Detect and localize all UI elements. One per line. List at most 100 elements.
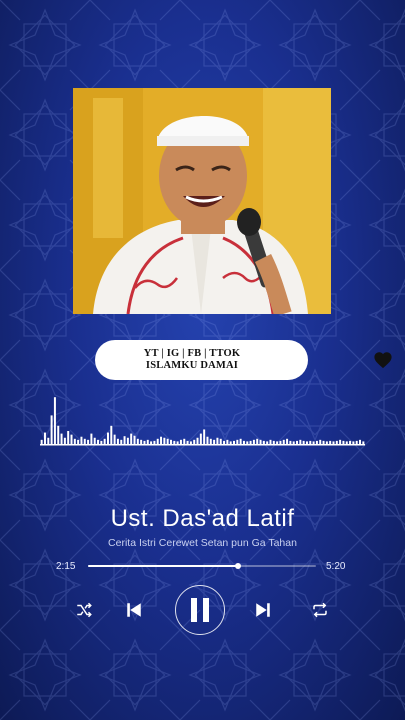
waveform-bar	[170, 439, 172, 444]
waveform-bar	[100, 440, 103, 444]
waveform-bar	[106, 432, 109, 444]
waveform-bar	[352, 441, 355, 444]
waveform-bar	[143, 440, 146, 444]
waveform-bar	[342, 440, 345, 444]
waveform-bar	[329, 440, 332, 444]
waveform-bar	[219, 438, 222, 444]
progress-fill	[88, 565, 239, 567]
waveform-bar	[272, 440, 275, 444]
waveform-bar	[229, 441, 232, 444]
skip-previous-icon	[127, 603, 141, 617]
waveform-bar	[355, 440, 358, 444]
waveform-bar	[43, 432, 46, 444]
waveform-bar	[53, 397, 56, 444]
waveform-bar	[262, 440, 265, 444]
waveform-bar	[123, 436, 126, 444]
waveform-bar	[286, 438, 289, 444]
waveform-bar	[246, 441, 249, 444]
skip-next-icon	[256, 603, 270, 617]
repeat-button[interactable]	[310, 600, 330, 620]
waveform-bar	[266, 441, 269, 444]
progress-bar[interactable]	[88, 563, 316, 569]
waveform-bar	[213, 439, 216, 444]
waveform-bar	[156, 438, 159, 444]
waveform-bar	[239, 438, 242, 444]
waveform-bar	[189, 441, 192, 444]
waveform-bar	[332, 441, 335, 444]
waveform-bar	[133, 435, 136, 444]
waveform-bar	[335, 440, 338, 444]
waveform-bar	[206, 436, 209, 444]
waveform-bar	[252, 439, 255, 444]
waveform-bar	[292, 441, 295, 444]
waveform-bar	[289, 440, 292, 444]
waveform-bar	[216, 437, 219, 444]
waveform-bar	[90, 433, 93, 444]
waveform-bar	[166, 438, 169, 444]
waveform-bar	[67, 431, 70, 444]
waveform-bar	[63, 437, 66, 444]
waveform-bar	[40, 439, 43, 444]
waveform-bar	[319, 439, 322, 444]
waveform-bar	[130, 433, 133, 444]
waveform-bar	[160, 436, 163, 444]
waveform-bar	[113, 434, 116, 444]
waveform-bar	[236, 439, 239, 444]
waveform-bar	[322, 440, 325, 444]
waveform-bar	[50, 415, 53, 444]
waveform-bar	[309, 440, 312, 444]
waveform-bar	[269, 439, 272, 444]
waveform-bar	[362, 441, 365, 444]
waveform-bar	[259, 439, 262, 444]
waveform-bar	[179, 439, 182, 444]
waveform-bar	[196, 437, 199, 444]
channel-handles-line1: YT | IG | FB | TTOK	[143, 348, 241, 359]
waveform-bar	[193, 439, 196, 444]
waveform-bar	[345, 441, 348, 444]
waveform-bar	[77, 439, 80, 444]
waveform-bar	[199, 433, 202, 444]
waveform-bar	[299, 439, 302, 444]
track-subtitle: Cerita Istri Cerewet Setan pun Ga Tahan	[108, 537, 297, 549]
waveform-bar	[302, 440, 305, 444]
waveform-bar	[136, 438, 139, 444]
waveform-bar	[282, 439, 285, 444]
next-button[interactable]	[253, 600, 273, 620]
waveform-bar	[60, 433, 63, 444]
waveform-bar	[97, 439, 100, 444]
previous-button[interactable]	[124, 600, 144, 620]
waveform-bar	[339, 439, 342, 444]
waveform-bar	[209, 438, 212, 444]
waveform-bar	[80, 436, 83, 444]
waveform-bar	[279, 440, 282, 444]
shuffle-button[interactable]	[74, 600, 94, 620]
pause-button[interactable]	[175, 585, 225, 635]
waveform-bar	[173, 440, 176, 444]
heart-icon[interactable]	[373, 351, 393, 369]
waveform-bar	[110, 425, 113, 444]
channel-badge[interactable]: YT | IG | FB | TTOK ISLAMKU DAMAI	[95, 340, 392, 380]
waveform-bar	[93, 437, 96, 444]
cover-art	[73, 88, 331, 314]
waveform-bar	[146, 439, 149, 444]
waveform-baseline	[40, 444, 365, 446]
waveform-bar	[73, 438, 76, 444]
waveform-bar	[233, 440, 235, 444]
waveform-bar	[256, 438, 259, 444]
waveform-bar	[120, 439, 123, 444]
waveform-bar	[57, 425, 60, 444]
waveform-bar	[83, 438, 86, 444]
waveform-bar	[276, 441, 279, 444]
waveform-bar	[176, 441, 179, 444]
waveform-bar	[305, 441, 308, 444]
waveform-bar	[183, 438, 186, 444]
waveform-bar	[359, 439, 362, 444]
channel-handles: YT | IG | FB | TTOK ISLAMKU DAMAI	[117, 348, 267, 372]
current-time: 2:15	[56, 561, 76, 572]
waveform-bar	[103, 438, 106, 444]
waveform-bar	[203, 429, 206, 444]
waveform-bar	[186, 440, 189, 444]
waveform-bar	[226, 439, 229, 444]
pause-icon	[191, 598, 209, 622]
waveform-bar	[296, 440, 299, 444]
